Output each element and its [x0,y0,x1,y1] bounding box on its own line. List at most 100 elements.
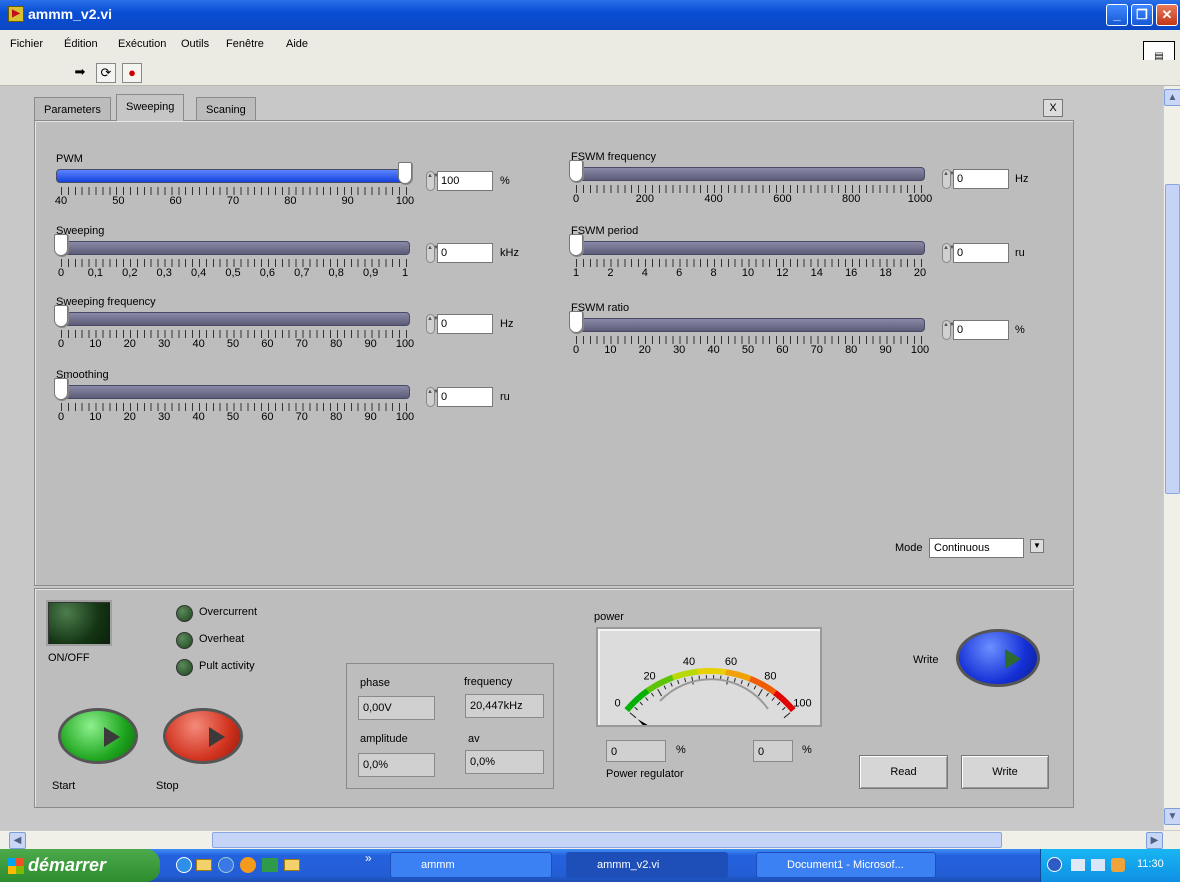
excel-icon[interactable] [262,858,278,872]
read-button[interactable]: Read [859,755,948,789]
gauge-color-arc [740,672,746,680]
scroll-down-icon[interactable]: ▼ [1164,808,1180,825]
tab-close-button[interactable]: X [1043,99,1063,117]
av-label: av [468,733,480,745]
gauge-color-arc [725,669,730,676]
gauge-color-arc [780,696,787,704]
amplitude-label: amplitude [360,733,408,745]
run-arrow-icon[interactable]: ➡ [70,63,90,83]
menu-edition[interactable]: Édition [64,38,98,50]
gauge-color-arc [633,696,640,704]
gauge-color-arc [640,690,647,697]
gauge-color-arc [687,669,692,677]
explorer-icon[interactable] [284,859,300,871]
fswm-frequency-slider-track[interactable] [571,167,925,181]
pwm-spinner-icon[interactable]: ▲▼ [426,171,439,191]
pwm-numeric-input[interactable]: 100 [437,171,493,191]
play-icon [104,727,120,747]
gauge-color-arc [645,686,652,694]
fswm-ratio-spinner-icon[interactable]: ▲▼ [942,320,955,340]
sweeping-spinner-icon[interactable]: ▲▼ [426,243,439,263]
pult-activity-led [176,659,193,676]
restore-button[interactable]: ❐ [1131,4,1153,26]
menu-outils[interactable]: Outils [181,38,209,50]
fswm-period-spinner-icon[interactable]: ▲▼ [942,243,955,263]
gauge-color-arc [626,703,634,710]
power-reg-input-2[interactable]: 0 [753,740,793,762]
close-window-button[interactable]: ✕ [1156,4,1178,26]
sweeping-slider-thumb[interactable] [54,234,68,256]
on-off-switch[interactable] [46,600,112,646]
frequency-label: frequency [464,676,513,688]
monitor-icon[interactable] [1091,859,1105,871]
power-reg-input-1[interactable]: 0 [606,740,666,762]
overcurrent-label: Overcurrent [199,606,258,618]
horizontal-scroll-thumb[interactable] [212,832,1002,848]
gauge-color-arc [654,681,660,689]
tab-sweeping[interactable]: Sweeping [116,94,185,121]
write-button[interactable]: Write [961,755,1049,789]
write-toggle-button[interactable] [956,629,1040,687]
start-button[interactable]: démarrer [0,849,160,882]
chevron-down-icon[interactable]: ▼ [1030,539,1044,553]
pwm-slider-track[interactable] [56,169,411,183]
fswm-ratio-slider-thumb[interactable] [569,311,583,333]
frequency-indicator: 20,447kHz [465,694,544,718]
sweeping-slider-track[interactable] [56,241,410,255]
fswm-period-slider-track[interactable] [571,241,925,255]
stop-button[interactable] [163,708,243,764]
menu-fichier[interactable]: Fichier [10,38,43,50]
network-icon[interactable] [1071,859,1085,871]
fswm-frequency-slider-thumb[interactable] [569,160,583,182]
title-bar[interactable]: ▶ ammm_v2.vi _ ❐ ✕ [0,0,1180,30]
gauge-tick [733,678,736,683]
tab-parameters[interactable]: Parameters [34,97,111,121]
menu-fenetre[interactable]: Fenêtre [226,38,264,50]
horizontal-scrollbar[interactable]: ◀ ▶ [0,830,1180,849]
smoothing-spinner-icon[interactable]: ▲▼ [426,387,439,407]
tab-scaning[interactable]: Scaning [196,97,256,121]
smoothing-slider-track[interactable] [56,385,410,399]
taskbar-item-ammm-v2[interactable]: ammm_v2.vi [566,852,728,878]
smoothing-numeric-input[interactable]: 0 [437,387,493,407]
sweeping-frequency-spinner-icon[interactable]: ▲▼ [426,314,439,334]
scroll-right-icon[interactable]: ▶ [1146,832,1163,849]
av-indicator: 0,0% [465,750,544,774]
sweeping-frequency-numeric-input[interactable]: 0 [437,314,493,334]
minimize-button[interactable]: _ [1106,4,1128,26]
tray-expand-icon[interactable] [1047,857,1062,872]
scroll-up-icon[interactable]: ▲ [1164,89,1180,106]
sweeping-frequency-slider-track[interactable] [56,312,410,326]
menu-aide[interactable]: Aide [286,38,308,50]
taskbar-overflow-chevron[interactable]: » [365,851,372,865]
smoothing-slider-thumb[interactable] [54,378,68,400]
fswm-ratio-numeric-input[interactable]: 0 [953,320,1009,340]
gauge-color-arc [662,677,669,684]
vertical-scrollbar[interactable]: ▲ ▼ [1163,86,1180,830]
fswm-ratio-slider-track[interactable] [571,318,925,332]
sweeping-frequency-slider-thumb[interactable] [54,305,68,327]
start-button[interactable] [58,708,138,764]
abort-stop-icon[interactable]: ● [122,63,142,83]
fswm-period-numeric-input[interactable]: 0 [953,243,1009,263]
taskbar-item-document1[interactable]: Document1 - Microsof... [756,852,936,878]
vertical-scroll-thumb[interactable] [1165,184,1180,494]
fswm-frequency-spinner-icon[interactable]: ▲▼ [942,169,955,189]
security-icon[interactable] [1111,858,1125,872]
pwm-slider-thumb[interactable] [398,162,412,184]
stop-label: Stop [156,780,179,792]
ie-icon[interactable] [218,857,234,873]
sweeping-numeric-input[interactable]: 0 [437,243,493,263]
mode-select[interactable]: Continuous [929,538,1024,558]
media-icon[interactable] [240,857,256,873]
gauge-tick [776,701,781,706]
menu-execution[interactable]: Exécution [118,38,166,50]
gauge-tick [782,706,786,711]
fswm-period-slider-thumb[interactable] [569,234,583,256]
browser-icon[interactable] [176,857,192,873]
fswm-frequency-numeric-input[interactable]: 0 [953,169,1009,189]
run-continuously-icon[interactable]: ⟳ [96,63,116,83]
folder-icon[interactable] [196,859,212,871]
scroll-left-icon[interactable]: ◀ [9,832,26,849]
taskbar-item-ammm[interactable]: ammm [390,852,552,878]
